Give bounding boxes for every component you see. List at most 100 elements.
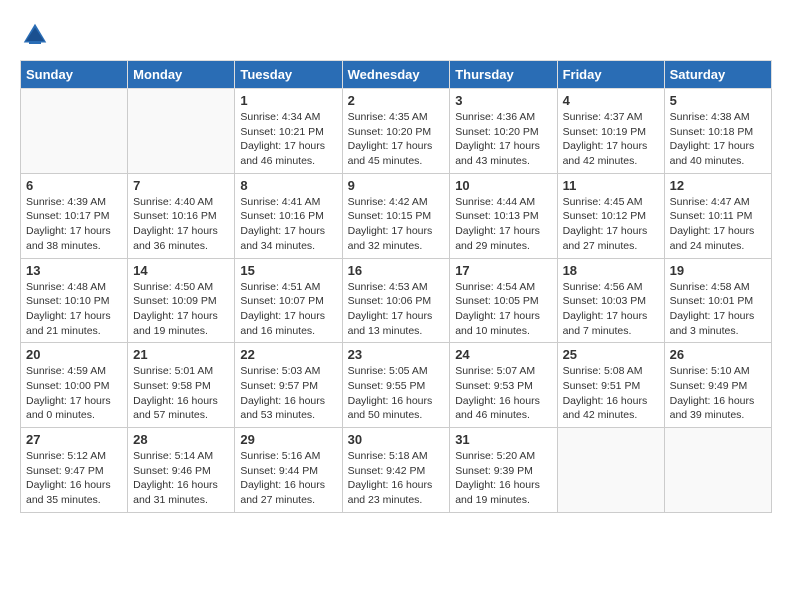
calendar-cell: 1 Sunrise: 4:34 AM Sunset: 10:21 PM Dayli… (235, 89, 342, 174)
day-info: Sunrise: 4:42 AM Sunset: 10:15 PM Daylig… (348, 195, 445, 254)
calendar-cell: 4 Sunrise: 4:37 AM Sunset: 10:19 PM Dayli… (557, 89, 664, 174)
day-info: Sunrise: 5:14 AM Sunset: 9:46 PM Dayligh… (133, 449, 229, 508)
calendar-cell: 25 Sunrise: 5:08 AM Sunset: 9:51 PM Dayli… (557, 343, 664, 428)
day-info: Sunrise: 5:01 AM Sunset: 9:58 PM Dayligh… (133, 364, 229, 423)
day-info: Sunrise: 5:20 AM Sunset: 9:39 PM Dayligh… (455, 449, 551, 508)
day-number: 18 (563, 263, 659, 278)
day-number: 6 (26, 178, 122, 193)
calendar-cell: 23Sunrise: 5:05 AM Sunset: 9:55 PM Dayli… (342, 343, 450, 428)
day-number: 16 (348, 263, 445, 278)
calendar-cell: 27 Sunrise: 5:12 AM Sunset: 9:47 PM Dayli… (21, 428, 128, 513)
calendar-cell: 31 Sunrise: 5:20 AM Sunset: 9:39 PM Dayli… (450, 428, 557, 513)
day-number: 13 (26, 263, 122, 278)
calendar-week-row: 27 Sunrise: 5:12 AM Sunset: 9:47 PM Dayli… (21, 428, 772, 513)
calendar-cell: 17 Sunrise: 4:54 AM Sunset: 10:05 PM Dayl… (450, 258, 557, 343)
day-number: 19 (670, 263, 766, 278)
day-number: 11 (563, 178, 659, 193)
day-number: 15 (240, 263, 336, 278)
day-info: Sunrise: 4:38 AM Sunset: 10:18 PM Daylig… (670, 110, 766, 169)
day-number: 5 (670, 93, 766, 108)
day-info: Sunrise: 5:03 AM Sunset: 9:57 PM Dayligh… (240, 364, 336, 423)
day-info: Sunrise: 4:41 AM Sunset: 10:16 PM Daylig… (240, 195, 336, 254)
calendar-cell: 29 Sunrise: 5:16 AM Sunset: 9:44 PM Dayli… (235, 428, 342, 513)
day-number: 24 (455, 347, 551, 362)
day-info: Sunrise: 5:08 AM Sunset: 9:51 PM Dayligh… (563, 364, 659, 423)
day-number: 28 (133, 432, 229, 447)
day-info: Sunrise: 4:48 AM Sunset: 10:10 PM Daylig… (26, 280, 122, 339)
calendar-cell: 7 Sunrise: 4:40 AM Sunset: 10:16 PM Dayli… (128, 173, 235, 258)
day-number: 9 (348, 178, 445, 193)
day-info: Sunrise: 4:34 AM Sunset: 10:21 PM Daylig… (240, 110, 336, 169)
day-number: 7 (133, 178, 229, 193)
day-number: 14 (133, 263, 229, 278)
day-number: 22 (240, 347, 336, 362)
calendar-cell: 16Sunrise: 4:53 AM Sunset: 10:06 PM Dayl… (342, 258, 450, 343)
calendar-cell (664, 428, 771, 513)
day-info: Sunrise: 4:39 AM Sunset: 10:17 PM Daylig… (26, 195, 122, 254)
calendar-cell: 8 Sunrise: 4:41 AM Sunset: 10:16 PM Dayli… (235, 173, 342, 258)
logo (20, 20, 54, 50)
day-header: Wednesday (342, 61, 450, 89)
day-header: Thursday (450, 61, 557, 89)
day-info: Sunrise: 4:44 AM Sunset: 10:13 PM Daylig… (455, 195, 551, 254)
calendar-cell: 14 Sunrise: 4:50 AM Sunset: 10:09 PM Dayl… (128, 258, 235, 343)
day-number: 25 (563, 347, 659, 362)
day-number: 3 (455, 93, 551, 108)
day-info: Sunrise: 4:45 AM Sunset: 10:12 PM Daylig… (563, 195, 659, 254)
calendar-cell: 11 Sunrise: 4:45 AM Sunset: 10:12 PM Dayl… (557, 173, 664, 258)
calendar-cell (21, 89, 128, 174)
calendar-cell: 20 Sunrise: 4:59 AM Sunset: 10:00 PM Dayl… (21, 343, 128, 428)
calendar-week-row: 20 Sunrise: 4:59 AM Sunset: 10:00 PM Dayl… (21, 343, 772, 428)
day-number: 30 (348, 432, 445, 447)
calendar-cell: 22 Sunrise: 5:03 AM Sunset: 9:57 PM Dayli… (235, 343, 342, 428)
day-number: 20 (26, 347, 122, 362)
calendar-cell: 5 Sunrise: 4:38 AM Sunset: 10:18 PM Dayli… (664, 89, 771, 174)
day-number: 27 (26, 432, 122, 447)
day-info: Sunrise: 4:59 AM Sunset: 10:00 PM Daylig… (26, 364, 122, 423)
day-number: 4 (563, 93, 659, 108)
logo-icon (20, 20, 50, 50)
day-info: Sunrise: 4:47 AM Sunset: 10:11 PM Daylig… (670, 195, 766, 254)
day-number: 8 (240, 178, 336, 193)
day-info: Sunrise: 4:37 AM Sunset: 10:19 PM Daylig… (563, 110, 659, 169)
calendar-cell: 12 Sunrise: 4:47 AM Sunset: 10:11 PM Dayl… (664, 173, 771, 258)
calendar-cell: 18 Sunrise: 4:56 AM Sunset: 10:03 PM Dayl… (557, 258, 664, 343)
day-number: 31 (455, 432, 551, 447)
day-info: Sunrise: 5:12 AM Sunset: 9:47 PM Dayligh… (26, 449, 122, 508)
day-number: 17 (455, 263, 551, 278)
header (20, 20, 772, 50)
day-header: Saturday (664, 61, 771, 89)
calendar-cell (557, 428, 664, 513)
day-info: Sunrise: 5:07 AM Sunset: 9:53 PM Dayligh… (455, 364, 551, 423)
calendar-cell: 9 Sunrise: 4:42 AM Sunset: 10:15 PM Dayli… (342, 173, 450, 258)
calendar-cell: 21 Sunrise: 5:01 AM Sunset: 9:58 PM Dayli… (128, 343, 235, 428)
calendar-cell: 24 Sunrise: 5:07 AM Sunset: 9:53 PM Dayli… (450, 343, 557, 428)
header-row: SundayMondayTuesdayWednesdayThursdayFrid… (21, 61, 772, 89)
calendar-cell: 15 Sunrise: 4:51 AM Sunset: 10:07 PM Dayl… (235, 258, 342, 343)
day-info: Sunrise: 5:16 AM Sunset: 9:44 PM Dayligh… (240, 449, 336, 508)
day-header: Sunday (21, 61, 128, 89)
day-number: 10 (455, 178, 551, 193)
day-number: 23 (348, 347, 445, 362)
day-info: Sunrise: 4:54 AM Sunset: 10:05 PM Daylig… (455, 280, 551, 339)
day-number: 29 (240, 432, 336, 447)
day-info: Sunrise: 4:51 AM Sunset: 10:07 PM Daylig… (240, 280, 336, 339)
day-number: 12 (670, 178, 766, 193)
day-info: Sunrise: 4:56 AM Sunset: 10:03 PM Daylig… (563, 280, 659, 339)
day-header: Tuesday (235, 61, 342, 89)
day-info: Sunrise: 4:36 AM Sunset: 10:20 PM Daylig… (455, 110, 551, 169)
day-number: 1 (240, 93, 336, 108)
calendar-week-row: 6 Sunrise: 4:39 AM Sunset: 10:17 PM Dayli… (21, 173, 772, 258)
day-info: Sunrise: 5:10 AM Sunset: 9:49 PM Dayligh… (670, 364, 766, 423)
day-info: Sunrise: 4:40 AM Sunset: 10:16 PM Daylig… (133, 195, 229, 254)
calendar-cell (128, 89, 235, 174)
day-number: 21 (133, 347, 229, 362)
calendar-cell: 3 Sunrise: 4:36 AM Sunset: 10:20 PM Dayli… (450, 89, 557, 174)
day-info: Sunrise: 4:50 AM Sunset: 10:09 PM Daylig… (133, 280, 229, 339)
day-info: Sunrise: 4:35 AM Sunset: 10:20 PM Daylig… (348, 110, 445, 169)
calendar-cell: 13 Sunrise: 4:48 AM Sunset: 10:10 PM Dayl… (21, 258, 128, 343)
day-info: Sunrise: 5:18 AM Sunset: 9:42 PM Dayligh… (348, 449, 445, 508)
calendar-cell: 28 Sunrise: 5:14 AM Sunset: 9:46 PM Dayli… (128, 428, 235, 513)
day-header: Monday (128, 61, 235, 89)
calendar-cell: 10 Sunrise: 4:44 AM Sunset: 10:13 PM Dayl… (450, 173, 557, 258)
